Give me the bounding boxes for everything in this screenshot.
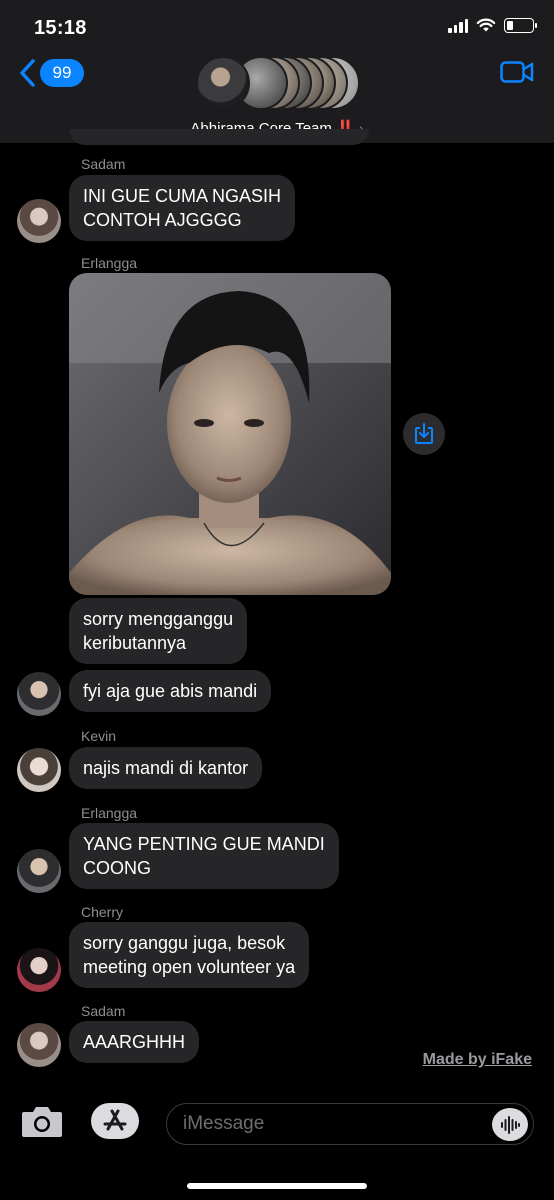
avatar bbox=[17, 672, 61, 716]
download-icon bbox=[415, 423, 433, 444]
video-camera-icon bbox=[500, 61, 534, 83]
avatar bbox=[17, 849, 61, 893]
sender-name: Cherry bbox=[81, 904, 124, 920]
selfie-photo bbox=[69, 273, 391, 595]
group-avatar-stack[interactable] bbox=[196, 56, 366, 112]
home-indicator[interactable] bbox=[187, 1183, 367, 1189]
battery-icon bbox=[504, 18, 537, 33]
message-input[interactable] bbox=[166, 1103, 534, 1145]
avatar bbox=[17, 1023, 61, 1067]
avatar bbox=[17, 748, 61, 792]
save-photo-button[interactable] bbox=[403, 413, 445, 455]
status-icons bbox=[448, 18, 537, 33]
sender-name: Erlangga bbox=[81, 255, 138, 271]
message-bubble[interactable]: YANG PENTING GUE MANDI COONG bbox=[69, 823, 339, 889]
back-button[interactable]: 99 bbox=[18, 58, 84, 88]
app-store-button[interactable] bbox=[91, 1103, 139, 1139]
camera-button[interactable] bbox=[20, 1103, 64, 1144]
camera-icon bbox=[22, 1107, 62, 1137]
sender-name: Sadam bbox=[81, 1003, 126, 1019]
message-bubble[interactable]: fyi aja gue abis mandi bbox=[69, 670, 272, 712]
previous-bubble-edge bbox=[69, 129, 369, 145]
watermark: Made by iFake bbox=[422, 1051, 532, 1068]
message-thread[interactable]: Sadam INI GUE CUMA NGASIH CONTOH AJGGGG … bbox=[0, 129, 554, 1083]
message-bubble[interactable]: AAARGHHH bbox=[69, 1021, 200, 1063]
audio-message-button[interactable] bbox=[492, 1108, 528, 1141]
app-store-icon bbox=[103, 1109, 127, 1131]
sender-name: Kevin bbox=[81, 728, 117, 744]
avatar bbox=[196, 56, 250, 110]
photo-message[interactable] bbox=[69, 273, 391, 595]
message-bubble[interactable]: sorry mengganggu keributannya bbox=[69, 598, 248, 664]
waveform-icon bbox=[501, 1115, 520, 1134]
unread-count-badge: 99 bbox=[40, 59, 84, 87]
sender-name: Erlangga bbox=[81, 805, 138, 821]
cellular-signal-icon bbox=[448, 18, 468, 33]
avatar bbox=[17, 199, 61, 243]
status-time: 15:18 bbox=[34, 17, 87, 39]
message-bubble[interactable]: najis mandi di kantor bbox=[69, 747, 263, 789]
sender-name: Sadam bbox=[81, 156, 126, 172]
chevron-left-icon bbox=[20, 59, 35, 87]
message-bubble[interactable]: INI GUE CUMA NGASIH CONTOH AJGGGG bbox=[69, 175, 296, 241]
message-bubble[interactable]: sorry ganggu juga, besok meeting open vo… bbox=[69, 922, 310, 988]
avatar bbox=[17, 948, 61, 992]
video-call-button[interactable] bbox=[500, 60, 534, 89]
wifi-icon bbox=[476, 18, 496, 32]
conversation-header: 15:18 99 Abhirama Core Team ‼️ › bbox=[0, 0, 554, 143]
